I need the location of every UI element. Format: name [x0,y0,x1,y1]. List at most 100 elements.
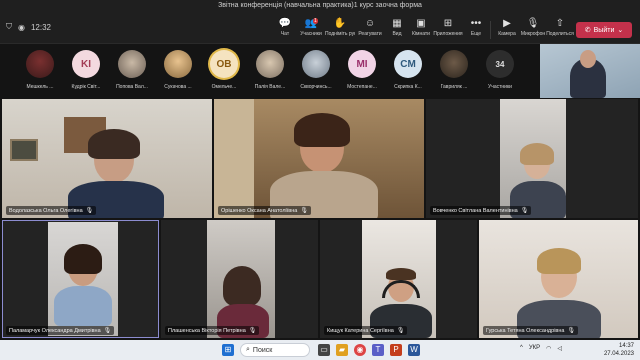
person-body [54,286,112,326]
react-icon: ☺ [364,18,376,29]
powerpoint-icon[interactable]: P [390,344,402,356]
mic-off-icon: 🎙 [520,208,529,214]
more-button[interactable]: ••• Еще [461,18,491,42]
avatar [440,50,468,78]
search-icon: ⌕ [246,346,250,353]
person-hair [88,129,140,159]
word-icon[interactable]: W [408,344,420,356]
self-view-video [540,44,640,98]
record-icon: ◉ [18,22,25,32]
video-tile[interactable]: Водолазська Ольга Олегівна 🎙 [2,99,212,218]
video-tile-active[interactable]: Паламарчук Олександра Дмитрівна 🎙 [2,220,159,338]
more-participants-button[interactable]: 34 Участники [478,50,522,90]
video-tile[interactable]: Гурська Тетяна Олександрівна 🎙 [479,220,638,338]
mic-button[interactable]: 🎙 Микрофон [518,18,548,42]
search-box[interactable]: ⌕ Поиск [240,343,310,357]
person-hair [294,113,350,147]
mic-off-icon: 🎙 [85,208,94,214]
participant-name-label: Гурська Тетяна Олександрівна 🎙 [483,326,579,335]
wall-picture [10,139,38,161]
video-tile[interactable]: Вовченко Світлана Валентинівна 🎙 [426,99,638,218]
react-button[interactable]: ☺ Реагувати [355,18,385,42]
mic-off-icon: 🎙 [248,328,257,334]
avatar [118,50,146,78]
participant-item[interactable]: Сукачова ... [156,50,200,90]
meeting-status: ⛉ ◉ 12:32 [6,22,51,32]
chevron-down-icon[interactable]: ⌄ [617,26,623,34]
task-view-icon[interactable]: ▭ [318,344,330,356]
mic-off-icon: 🎙 [396,328,405,334]
avatar: ОВ [210,50,238,78]
person-hair [537,248,581,274]
participant-count: 34 [486,50,514,78]
apps-icon: ⊞ [443,18,453,29]
participants-badge: 1 [313,18,318,24]
avatar: CM [394,50,422,78]
participant-item[interactable]: Скворчинсь... [294,50,338,90]
wifi-icon[interactable]: ◠ [546,345,551,352]
participant-name-label: Вовченко Світлана Валентинівна 🎙 [430,206,532,215]
participant-name-label: Орішенко Оксана Анатоліївна 🎙 [218,206,311,215]
raise-hand-button[interactable]: ✋ Подніміть руку [325,18,355,42]
clock[interactable]: 14:37 27.04.2023 [604,342,634,358]
avatar [256,50,284,78]
participants-button[interactable]: 👥 1 Учасники [296,18,326,42]
self-view-head [580,50,596,68]
raise-hand-icon: ✋ [333,18,347,29]
share-icon: ⇧ [555,18,565,29]
system-tray: ^ УКР ◠ ◁ [520,345,562,352]
participant-item[interactable]: Попова Вал... [110,50,154,90]
window-title: Звітна конференція (навчальна практика)1… [218,2,422,9]
more-icon: ••• [470,18,482,29]
avatar: KI [72,50,100,78]
chevron-up-icon[interactable]: ^ [520,345,523,352]
rooms-button[interactable]: ▣ Кімнати [406,18,436,42]
start-icon[interactable]: ⊞ [222,344,234,356]
shield-icon: ⛉ [6,22,12,31]
participant-strip: Мешкель ... KI Кудрік Світ... Попова Вал… [0,44,640,98]
avatar [164,50,192,78]
title-bar: Звітна конференція (навчальна практика)1… [0,0,640,14]
participant-item[interactable]: KI Кудрік Світ... [64,50,108,90]
leave-button[interactable]: ✆ Выйти ⌄ [576,22,632,38]
mic-off-icon: 🎙 [567,328,576,334]
door [214,99,254,218]
person-hair [386,268,416,280]
person-hair [64,244,102,274]
participants-icon: 👥 [304,18,318,29]
file-explorer-icon[interactable]: ▰ [336,344,348,356]
person-hair [223,266,261,306]
mic-off-icon: 🎙 [103,328,112,334]
participant-item[interactable]: ОВ Омельче... [202,50,246,90]
language-indicator[interactable]: УКР [529,345,540,352]
toolbar-divider [490,21,491,39]
avatar: MI [348,50,376,78]
volume-icon[interactable]: ◁ [557,345,562,352]
phone-icon: ✆ [584,27,591,34]
participant-name-label: Кищук Катерина Сергіївна 🎙 [324,326,408,335]
participant-name-label: Водолазська Ольга Олегівна 🎙 [6,206,97,215]
participant-name-label: Паламарчук Олександра Дмитрівна 🎙 [6,326,115,335]
teams-icon[interactable]: T [372,344,384,356]
participant-item[interactable]: CM Скрипка К... [386,50,430,90]
chrome-icon[interactable]: ◉ [354,344,366,356]
participant-item[interactable]: Мешкель ... [18,50,62,90]
rooms-icon: ▣ [416,18,426,29]
video-tile[interactable]: Кищук Катерина Сергіївна 🎙 [320,220,477,338]
clock-time: 14:37 [618,343,634,349]
participant-item[interactable]: Гавриляк ... [432,50,476,90]
meeting-timer: 12:32 [30,22,52,32]
meeting-toolbar: ⛉ ◉ 12:32 💬 Чат 👥 1 Учасники ✋ Подніміть… [0,14,640,44]
teams-meeting-window: Звітна конференція (навчальна практика)1… [0,0,640,360]
avatar [302,50,330,78]
share-button[interactable]: ⇧ Поделиться [545,18,575,42]
participant-item[interactable]: MI Мостепане... [340,50,384,90]
avatar [26,50,54,78]
apps-button[interactable]: ⊞ Приложения [433,18,463,42]
mic-icon: 🎙 [526,18,540,29]
mic-off-icon: 🎙 [300,208,308,214]
windows-taskbar: ⊞ ⌕ Поиск ▭ ▰ ◉ T P W ^ УКР ◠ ◁ 14:37 27… [0,340,640,360]
video-tile[interactable]: Орішенко Оксана Анатоліївна 🎙 [214,99,424,218]
participant-item[interactable]: Палія Вале... [248,50,292,90]
video-tile[interactable]: Плашенська Вікторія Петрівна 🎙 [161,220,318,338]
